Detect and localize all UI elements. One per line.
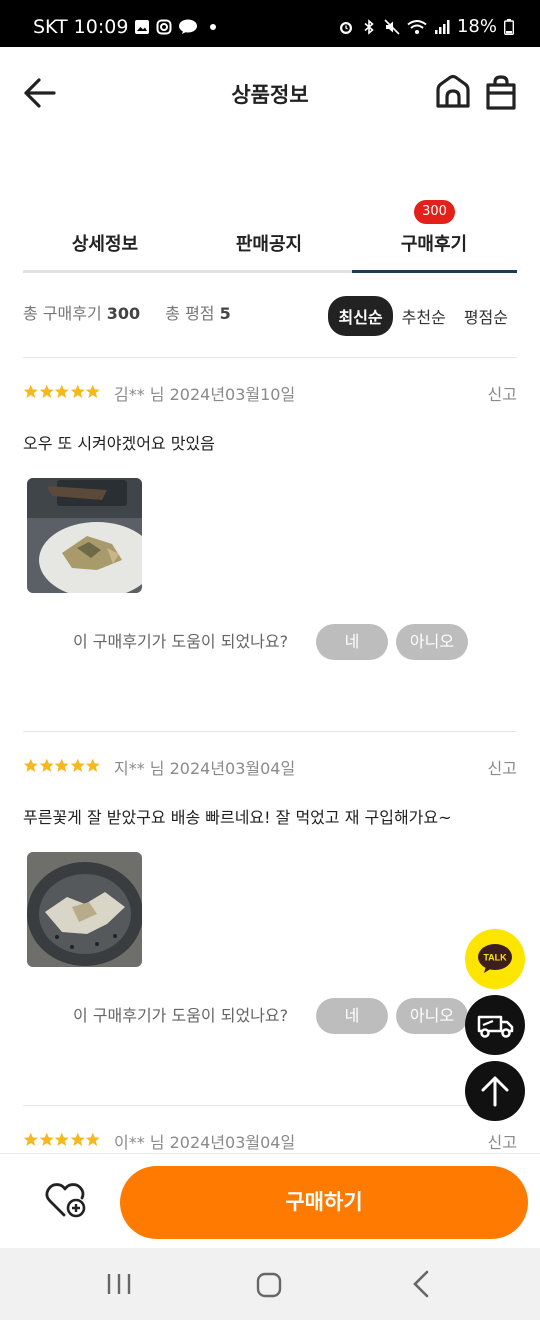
star-rating — [23, 384, 101, 400]
report-button[interactable]: 신고 — [488, 381, 517, 405]
app-bar: 상품정보 — [0, 47, 540, 137]
divider — [23, 1105, 517, 1106]
system-nav-bar — [0, 1248, 540, 1320]
helpful-yes-button[interactable]: 네 — [316, 998, 388, 1034]
battery-percent: 18% — [456, 16, 497, 37]
recent-apps-icon[interactable] — [106, 1272, 132, 1296]
review-author-date: 김** 님 2024년03월10일 — [114, 385, 296, 404]
review-author-date: 지** 님 2024년03월04일 — [114, 759, 296, 778]
star-icon — [70, 384, 85, 398]
status-right: 18% — [338, 16, 514, 37]
arrow-up-icon — [481, 1076, 509, 1107]
instagram-notification-icon — [156, 19, 172, 35]
helpful-no-button[interactable]: 아니오 — [396, 624, 468, 660]
gallery-notification-icon — [135, 20, 150, 34]
clock: 10:09 — [73, 16, 129, 38]
kakaotalk-chat-button[interactable]: TALK — [465, 929, 525, 989]
helpful-prompt: 이 구매후기가 도움이 되었나요? — [73, 1006, 289, 1025]
review-text: 푸른꽃게 잘 받았구요 배송 빠르네요! 잘 먹었고 재 구입해가요~ — [23, 808, 452, 827]
tab-reviews[interactable]: 구매후기 — [352, 230, 516, 256]
delivery-button[interactable] — [465, 995, 525, 1055]
sort-recommended-button[interactable]: 추천순 — [393, 298, 455, 334]
talk-bubble-icon: TALK — [478, 944, 512, 973]
home-nav-icon[interactable] — [256, 1272, 282, 1298]
signal-icon — [434, 19, 450, 34]
wifi-icon — [407, 19, 427, 34]
battery-icon — [504, 18, 514, 35]
star-icon — [85, 1132, 100, 1146]
tab-bar: 상세정보 판매공지 구매후기 — [23, 218, 517, 273]
star-icon — [70, 1132, 85, 1146]
star-icon — [85, 384, 100, 398]
divider — [23, 357, 517, 358]
total-reviews-value: 300 — [106, 304, 141, 323]
star-icon — [39, 1132, 54, 1146]
review-photo[interactable] — [27, 852, 142, 967]
carrier-label: SKT — [33, 16, 68, 38]
review-photo[interactable] — [27, 478, 142, 593]
home-icon[interactable] — [433, 73, 473, 113]
bluetooth-icon — [364, 18, 374, 35]
review-text: 오우 또 시켜야겠어요 맛있음 — [23, 434, 215, 453]
review-count-badge: 300 — [414, 200, 455, 224]
tab-detail-info[interactable]: 상세정보 — [23, 230, 187, 256]
star-icon — [39, 384, 54, 398]
star-icon — [54, 1132, 69, 1146]
sort-options: 최신순 추천순 평점순 — [328, 296, 517, 336]
sort-rating-button[interactable]: 평점순 — [455, 298, 517, 334]
review-summary: 총 구매후기 300 총 평점 5 — [23, 300, 231, 324]
helpful-yes-button[interactable]: 네 — [316, 624, 388, 660]
sort-latest-button[interactable]: 최신순 — [328, 296, 393, 336]
helpful-no-button[interactable]: 아니오 — [396, 998, 468, 1034]
more-notifications-dot — [210, 24, 217, 30]
alarm-icon — [339, 21, 352, 34]
talk-label: TALK — [483, 953, 507, 963]
mute-icon — [384, 18, 400, 35]
status-left: SKT 10:09 — [33, 16, 217, 38]
star-icon — [85, 758, 100, 772]
back-nav-icon[interactable] — [410, 1270, 432, 1298]
divider — [23, 731, 517, 732]
tab-sales-notice[interactable]: 판매공지 — [187, 230, 351, 256]
scroll-to-top-button[interactable] — [465, 1061, 525, 1121]
star-icon — [39, 758, 54, 772]
total-rating-value: 5 — [219, 304, 231, 323]
buy-button[interactable]: 구매하기 — [120, 1166, 528, 1239]
star-icon — [70, 758, 85, 772]
star-icon — [23, 1132, 38, 1146]
report-button[interactable]: 신고 — [488, 755, 517, 779]
star-icon — [54, 384, 69, 398]
total-reviews-label: 총 구매후기 — [23, 304, 102, 323]
shopping-bag-icon[interactable] — [481, 73, 521, 113]
star-icon — [23, 384, 38, 398]
star-rating — [23, 1132, 101, 1148]
star-rating — [23, 758, 101, 774]
total-rating-label: 총 평점 — [165, 304, 215, 323]
helpful-prompt: 이 구매후기가 도움이 되었나요? — [73, 632, 289, 651]
report-button[interactable]: 신고 — [488, 1129, 517, 1153]
star-icon — [23, 758, 38, 772]
star-icon — [54, 758, 69, 772]
purchase-bar: 구매하기 — [0, 1153, 540, 1248]
active-tab-indicator — [352, 270, 517, 273]
kakaotalk-notification-icon — [179, 19, 198, 34]
delivery-truck-icon — [477, 1015, 514, 1038]
wishlist-heart-icon[interactable] — [44, 1180, 88, 1220]
status-bar: SKT 10:09 18% — [0, 0, 540, 47]
review-author-date: 이** 님 2024년03월04일 — [114, 1133, 296, 1152]
